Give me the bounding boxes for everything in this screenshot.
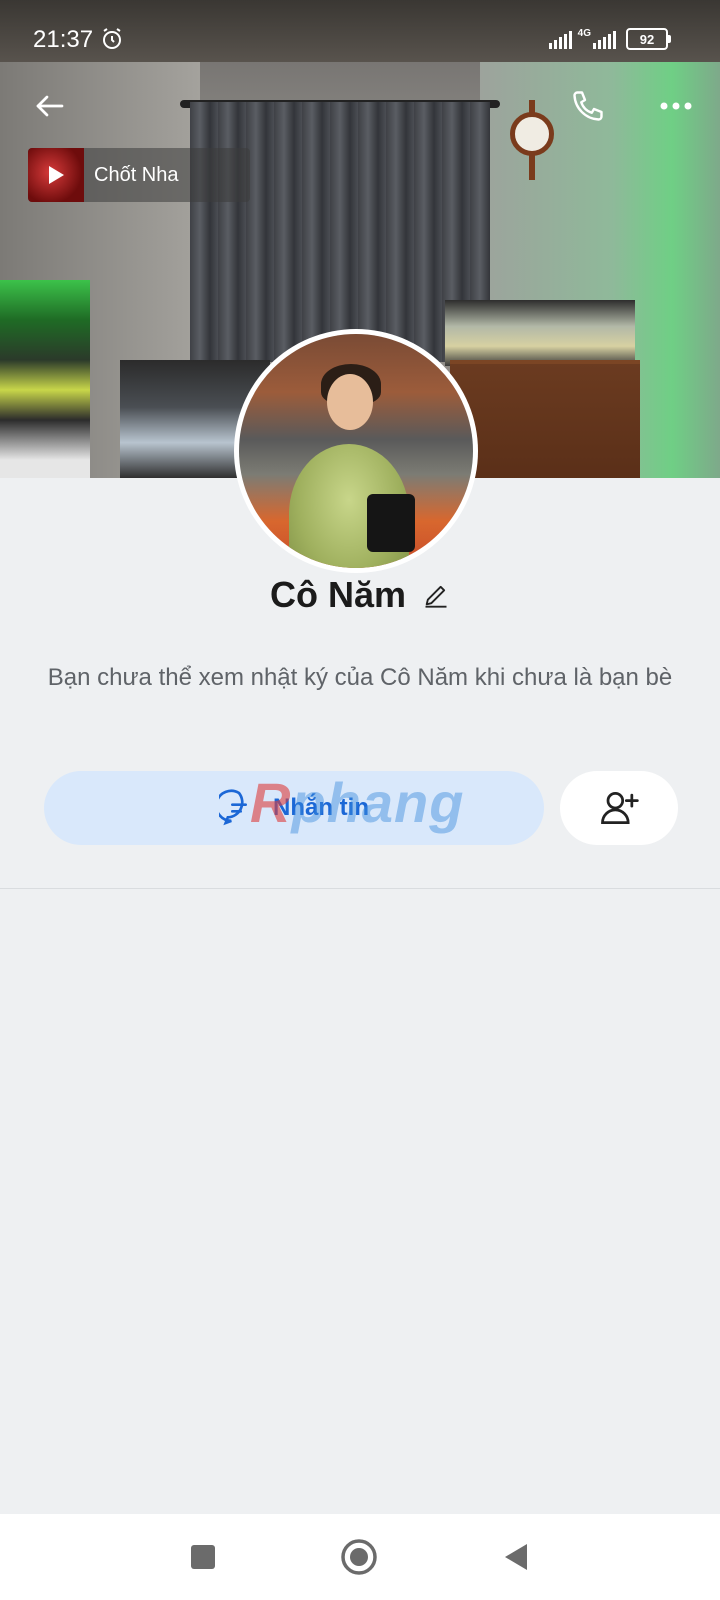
more-horizontal-icon [660,102,692,110]
avatar[interactable] [234,329,478,573]
system-nav-bar [0,1514,720,1600]
play-icon [49,166,64,184]
arrow-left-icon [36,95,64,117]
triangle-back-icon [505,1544,527,1570]
user-plus-icon [601,791,639,825]
status-time: 21:37 [33,26,94,53]
status-indicators: 4G 92 [548,27,671,50]
nav-back-button[interactable] [493,1534,539,1580]
more-button[interactable] [654,84,698,128]
add-friend-button[interactable] [560,771,678,845]
cover-aquarium-left [0,280,90,478]
chat-bubble-icon [219,789,247,826]
privacy-notice: Bạn chưa thể xem nhật ký của Cô Năm khi … [47,664,673,691]
profile-name: Cô Năm [269,574,407,615]
cover-cabinet [450,360,640,478]
back-button[interactable] [28,84,72,128]
music-thumbnail[interactable] [28,148,84,202]
music-title: Chốt Nha [94,163,179,186]
recents-button[interactable] [180,1534,226,1580]
signal-strength-icon-2 [593,29,616,49]
avatar-photo [239,334,473,568]
square-icon [191,1545,215,1569]
battery-level: 92 [639,31,655,47]
network-type: 4G [577,27,591,39]
status-bar: 21:37 4G 92 [0,0,720,80]
profile-name-row: Cô Năm [0,574,720,616]
cover-aquarium-right [445,300,635,366]
cover-wall-clock [505,100,559,180]
signal-strength-icon [548,29,572,49]
phone-icon [573,91,603,121]
alarm-clock-icon [100,27,124,56]
section-divider [0,888,720,889]
profile-music-chip[interactable]: Chốt Nha [28,148,250,202]
battery-icon: 92 [626,28,671,50]
home-button[interactable] [336,1534,382,1580]
message-button-label: Nhắn tin [273,794,369,821]
pencil-icon[interactable] [422,581,450,609]
circle-icon [341,1539,377,1575]
message-button[interactable]: Nhắn tin [44,771,544,845]
call-button[interactable] [566,84,610,128]
